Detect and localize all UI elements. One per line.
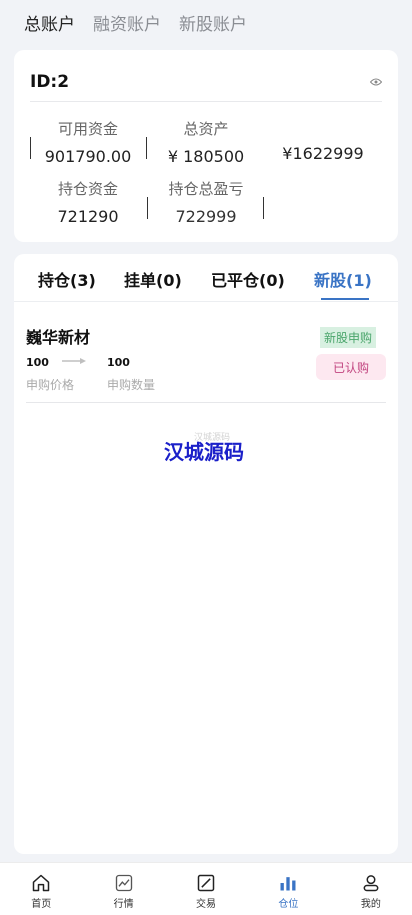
tab-total-account[interactable]: 总账户	[24, 10, 75, 35]
nav-label: 首页	[31, 899, 52, 910]
bars-icon	[280, 877, 296, 891]
subscribe-qty-value: 100	[107, 356, 130, 369]
eye-icon[interactable]	[370, 78, 382, 86]
nav-market[interactable]: 行情	[82, 863, 164, 915]
nav-home[interactable]: 首页	[0, 863, 82, 915]
active-tab-indicator	[321, 298, 369, 300]
tab-closed[interactable]: 已平仓(0)	[211, 267, 285, 291]
ipo-stock-name[interactable]: 巍华新材	[26, 324, 90, 348]
row-divider	[26, 402, 386, 403]
nav-label: 仓位	[278, 899, 299, 910]
nav-label: 交易	[196, 899, 217, 910]
nav-positions[interactable]: 仓位	[247, 863, 329, 915]
bottom-nav: 首页 行情 交易 仓位 我的	[0, 862, 412, 915]
tab-ipo-account[interactable]: 新股账户	[179, 10, 247, 35]
id-row: ID:2	[30, 72, 382, 102]
account-tabs: 总账户 融资账户 新股账户	[24, 10, 247, 35]
subscribe-price-value: 100	[26, 356, 49, 369]
available-funds-label: 可用资金	[57, 120, 118, 138]
position-tabs: 持仓(3) 挂单(0) 已平仓(0) 新股(1)	[14, 254, 398, 302]
divider-bar	[30, 137, 31, 159]
nav-label: 我的	[360, 899, 381, 910]
subscribe-qty-label: 申购数量	[107, 378, 156, 392]
tab-ipo[interactable]: 新股(1)	[314, 267, 372, 291]
ipo-type-badge: 新股申购	[320, 327, 377, 348]
nav-label: 行情	[113, 899, 134, 910]
third-stat-value: ¥1622999	[282, 144, 364, 163]
subscribe-price-label: 申购价格	[26, 378, 75, 392]
total-assets: 总资产 ¥ 180500	[151, 118, 261, 166]
home-icon	[32, 874, 50, 892]
divider-bar	[263, 197, 264, 219]
tab-pending-orders[interactable]: 挂单(0)	[124, 267, 182, 291]
divider-bar	[146, 137, 147, 159]
nav-trade[interactable]: 交易	[165, 863, 247, 915]
ipo-status-badge[interactable]: 已认购	[316, 354, 386, 380]
trade-icon	[197, 874, 215, 892]
tab-margin-account[interactable]: 融资账户	[93, 10, 161, 35]
third-stat: ¥1622999	[268, 118, 378, 163]
watermark: 汉城源码	[164, 440, 244, 464]
position-funds-label: 持仓资金	[57, 180, 118, 198]
tab-holdings[interactable]: 持仓(3)	[38, 267, 96, 291]
nav-profile[interactable]: 我的	[330, 863, 412, 915]
account-summary-card: ID:2 可用资金 901790.00 总资产 ¥ 180500 ¥162299…	[14, 50, 398, 242]
total-assets-value: ¥ 180500	[167, 147, 245, 166]
positions-card: 持仓(3) 挂单(0) 已平仓(0) 新股(1) 巍华新材 新股申购 已认购 1…	[14, 254, 398, 854]
arrow-right-icon	[62, 358, 86, 364]
available-funds-value: 901790.00	[44, 147, 132, 166]
user-icon	[363, 875, 379, 892]
position-funds: 持仓资金 721290	[33, 178, 143, 226]
position-pnl-value: 722999	[175, 207, 237, 226]
account-id: ID:2	[30, 72, 70, 92]
position-pnl-label: 持仓总盈亏	[168, 180, 244, 198]
available-funds: 可用资金 901790.00	[33, 118, 143, 166]
divider-bar	[147, 197, 148, 219]
total-assets-label: 总资产	[183, 120, 229, 138]
chart-icon	[115, 874, 132, 892]
position-pnl: 持仓总盈亏 722999	[151, 178, 261, 226]
position-funds-value: 721290	[57, 207, 119, 226]
